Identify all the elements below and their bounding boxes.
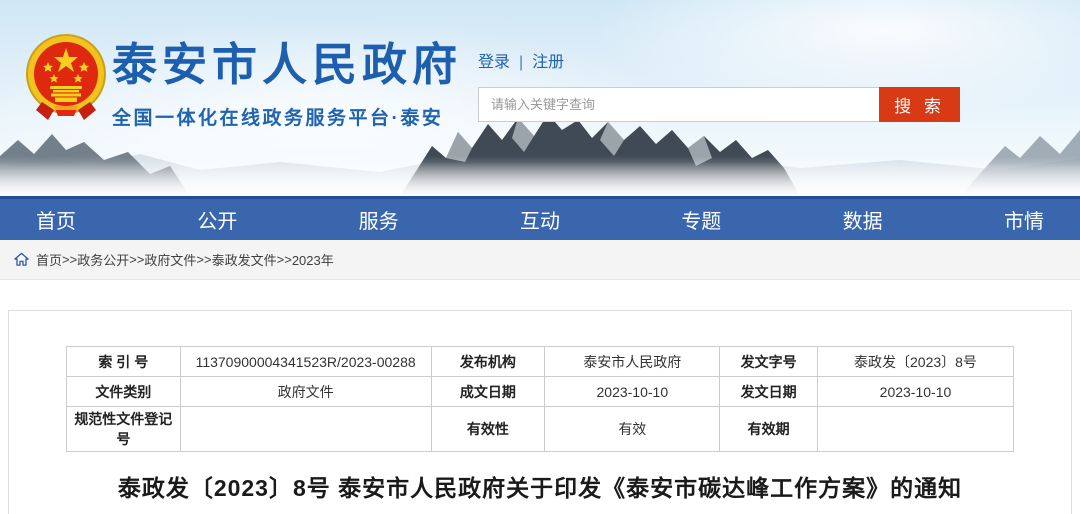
brand-text-block: 泰安市人民政府 全国一体化在线政务服务平台·泰安 xyxy=(112,40,462,130)
document-info-table: 索 引 号 11370900004341523R/2023-00288 发布机构… xyxy=(66,346,1014,452)
field-label-validity: 有效性 xyxy=(431,407,545,452)
nav-item-data[interactable]: 数据 xyxy=(843,205,883,234)
field-value-index-number: 11370900004341523R/2023-00288 xyxy=(180,347,431,377)
field-value-validity: 有效 xyxy=(545,407,720,452)
field-label-date-issued: 发文日期 xyxy=(720,377,818,407)
field-label-issuing-agency: 发布机构 xyxy=(431,347,545,377)
field-label-registration-number: 规范性文件登记号 xyxy=(67,407,181,452)
site-header: 泰安市人民政府 全国一体化在线政务服务平台·泰安 登录 | 注册 搜 索 xyxy=(0,0,1080,196)
field-value-validity-period xyxy=(817,407,1013,452)
field-value-document-category: 政府文件 xyxy=(180,377,431,407)
login-link[interactable]: 登录 xyxy=(478,54,510,71)
national-emblem-logo xyxy=(24,32,108,124)
header-right-block: 登录 | 注册 搜 索 xyxy=(478,48,960,122)
table-row: 索 引 号 11370900004341523R/2023-00288 发布机构… xyxy=(67,347,1014,377)
field-value-date-issued: 2023-10-10 xyxy=(817,377,1013,407)
table-row: 文件类别 政府文件 成文日期 2023-10-10 发文日期 2023-10-1… xyxy=(67,377,1014,407)
search-bar: 搜 索 xyxy=(478,87,960,122)
breadcrumb-item-gov-documents[interactable]: 政府文件 xyxy=(144,250,196,269)
breadcrumb-separator: >> xyxy=(196,252,211,267)
breadcrumb-item-disclosure[interactable]: 政务公开 xyxy=(77,250,129,269)
document-title: 泰政发〔2023〕8号 泰安市人民政府关于印发《泰安市碳达峰工作方案》的通知 xyxy=(66,469,1014,503)
nav-item-topics[interactable]: 专题 xyxy=(681,205,721,234)
field-label-date-written: 成文日期 xyxy=(431,377,545,407)
document-card: 索 引 号 11370900004341523R/2023-00288 发布机构… xyxy=(8,310,1072,514)
breadcrumb-separator: >> xyxy=(129,252,144,267)
search-input[interactable] xyxy=(478,87,879,122)
table-row: 规范性文件登记号 有效性 有效 有效期 xyxy=(67,407,1014,452)
breadcrumb-item-home[interactable]: 首页 xyxy=(36,250,62,269)
fog-overlay xyxy=(0,162,1080,196)
nav-item-city-info[interactable]: 市情 xyxy=(1004,205,1044,234)
nav-item-disclosure[interactable]: 公开 xyxy=(197,205,237,234)
nav-item-interaction[interactable]: 互动 xyxy=(520,205,560,234)
breadcrumb-separator: >> xyxy=(277,252,292,267)
field-value-date-written: 2023-10-10 xyxy=(545,377,720,407)
field-value-registration-number xyxy=(180,407,431,452)
nav-item-services[interactable]: 服务 xyxy=(359,205,399,234)
register-link[interactable]: 注册 xyxy=(532,54,564,71)
site-subtitle: 全国一体化在线政务服务平台·泰安 xyxy=(112,103,462,130)
field-label-document-number: 发文字号 xyxy=(720,347,818,377)
nav-item-home[interactable]: 首页 xyxy=(36,205,76,234)
field-label-index-number: 索 引 号 xyxy=(67,347,181,377)
site-title: 泰安市人民政府 xyxy=(112,40,462,90)
field-value-issuing-agency: 泰安市人民政府 xyxy=(545,347,720,377)
field-label-validity-period: 有效期 xyxy=(720,407,818,452)
breadcrumb-item-year-2023[interactable]: 2023年 xyxy=(292,250,334,269)
breadcrumb-separator: >> xyxy=(62,252,77,267)
field-value-document-number: 泰政发〔2023〕8号 xyxy=(817,347,1013,377)
auth-separator: | xyxy=(519,54,523,71)
search-button[interactable]: 搜 索 xyxy=(879,87,960,122)
home-icon xyxy=(14,252,29,267)
auth-links: 登录 | 注册 xyxy=(478,48,960,72)
main-nav: 首页 公开 服务 互动 专题 数据 市情 xyxy=(0,196,1080,240)
breadcrumb-item-taizhengfa-files[interactable]: 泰政发文件 xyxy=(212,250,277,269)
field-label-document-category: 文件类别 xyxy=(67,377,181,407)
breadcrumb: 首页>>政务公开>>政府文件>>泰政发文件>>2023年 xyxy=(0,240,1080,280)
content-area: 索 引 号 11370900004341523R/2023-00288 发布机构… xyxy=(0,280,1080,514)
